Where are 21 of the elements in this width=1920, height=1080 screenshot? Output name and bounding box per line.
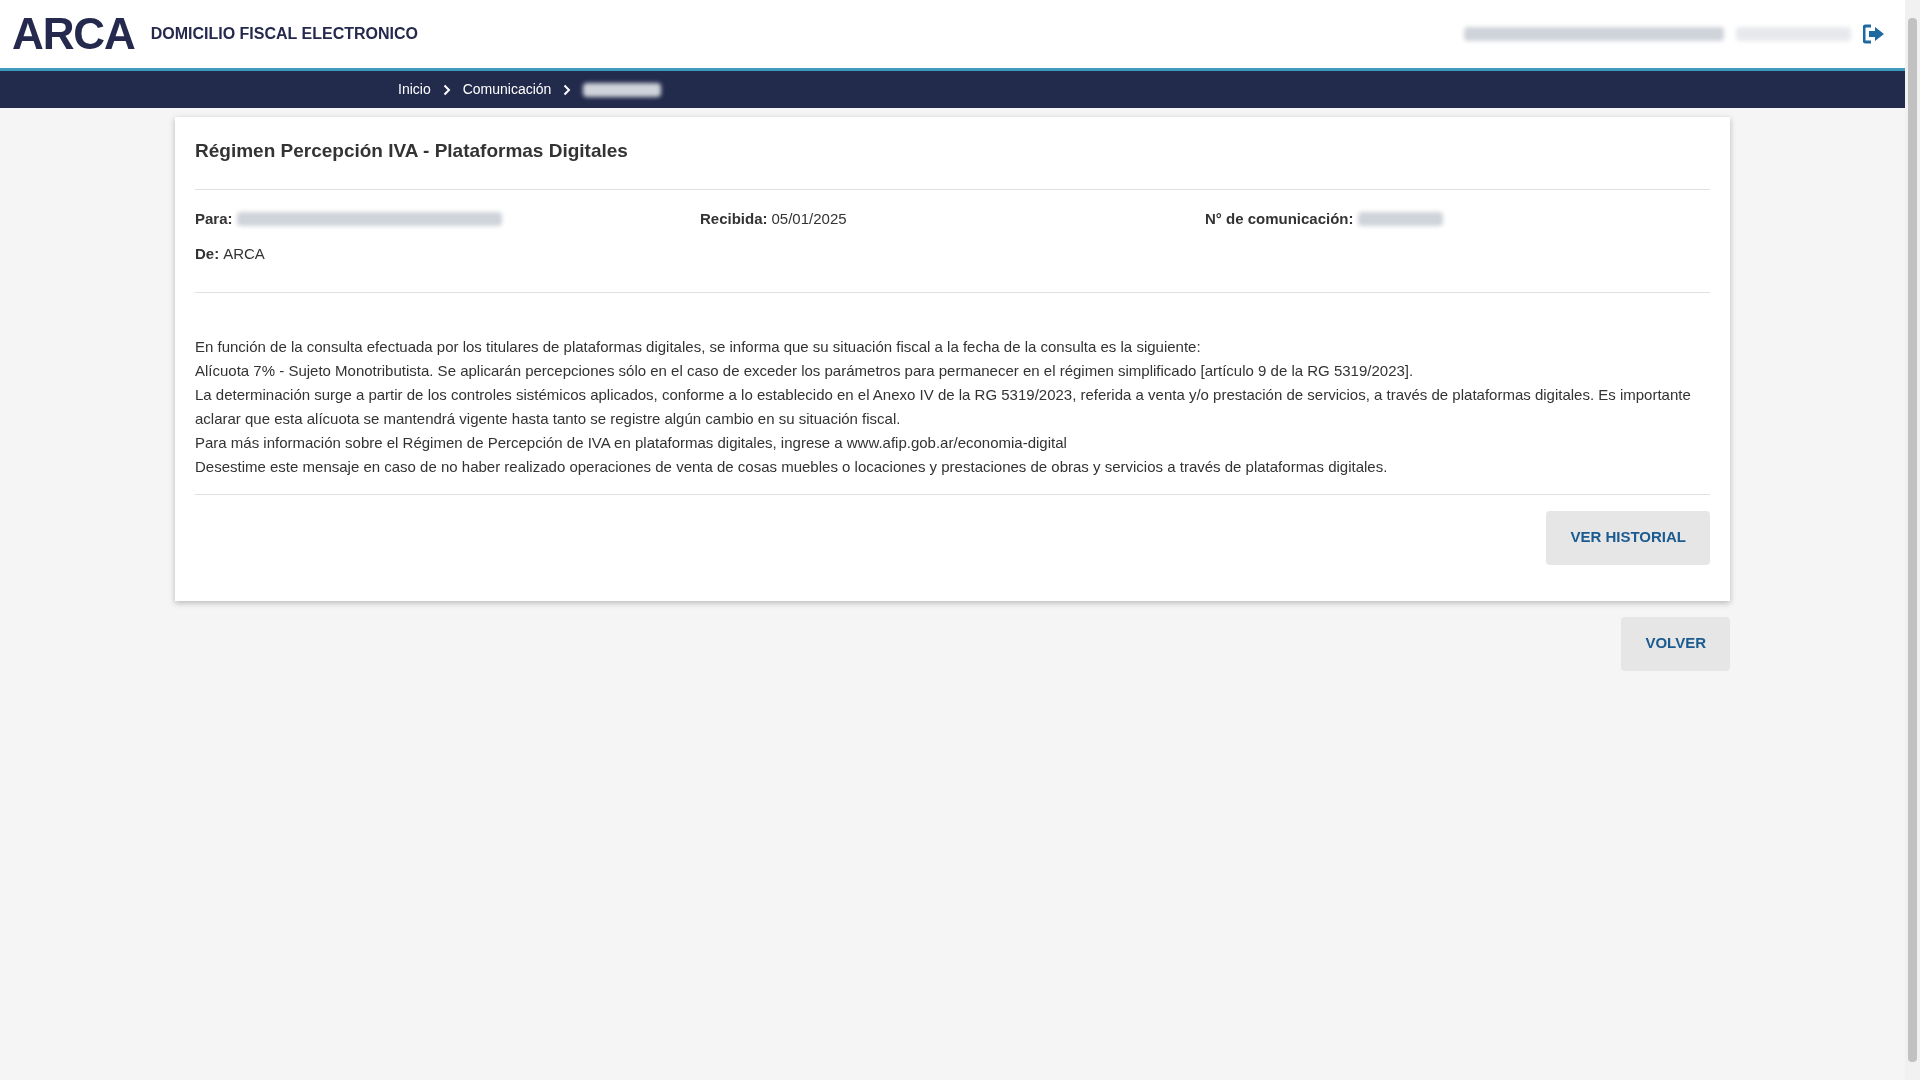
message-paragraph: En función de la consulta efectuada por los titulares de plataformas digitales, se informa que su situación fiscal a la fecha de la consulta es la siguiente: — [195, 336, 1202, 357]
field-label: Recibida: — [700, 208, 768, 229]
field-label: De: — [195, 244, 220, 264]
sender-value: ARCA — [223, 244, 265, 264]
breadcrumb-link[interactable]: Comunicación — [462, 79, 552, 100]
message-paragraph: Alícuota 7% - Sujeto Monotributista. Se aplicarán percepciones sólo en el caso de exceder los parámetros para permanecer en el régimen simplificado [artículo 9 de la RG 5319/2023]. — [195, 360, 1415, 381]
history-button[interactable]: VER HISTORIAL — [1546, 510, 1710, 565]
chevron-right-icon — [563, 83, 572, 96]
breadcrumb-link[interactable]: Inicio — [398, 79, 431, 100]
message-title: Régimen Percepción IVA - Plataformas Digitales — [195, 137, 1710, 190]
message-paragraph: La determinación surge a partir de los controles sistémicos aplicados, conforme a lo establecido en el Anexo IV de la RG 5319/2023, referida a venta y/o prestación de servicios, a través de plataformas digitales. Es importante aclarar que esta alícuota se mantendrá vigente hasta tanto se registre algún cambio en su situación fiscal. — [195, 384, 1692, 429]
logo: ARCA — [12, 12, 135, 56]
received-date: 05/01/2025 — [771, 208, 847, 229]
field-label: Para: — [195, 208, 233, 229]
chevron-right-icon — [442, 83, 451, 96]
logout-icon[interactable] — [1863, 24, 1885, 44]
field-label: N° de comunicación: — [1205, 208, 1354, 229]
app-title: DOMICILIO FISCAL ELECTRONICO — [150, 24, 418, 44]
message-paragraph: Desestime este mensaje en caso de no haber realizado operaciones de venta de cosas muebles o locaciones y prestaciones de obras y servicios a través de plataformas digitales. — [195, 456, 1389, 477]
back-button[interactable]: VOLVER — [1621, 616, 1730, 671]
message-paragraph: Para más información sobre el Régimen de Percepción de IVA en plataformas digitales, ingrese a www.afip.gob.ar/economia-digital — [195, 432, 1068, 453]
